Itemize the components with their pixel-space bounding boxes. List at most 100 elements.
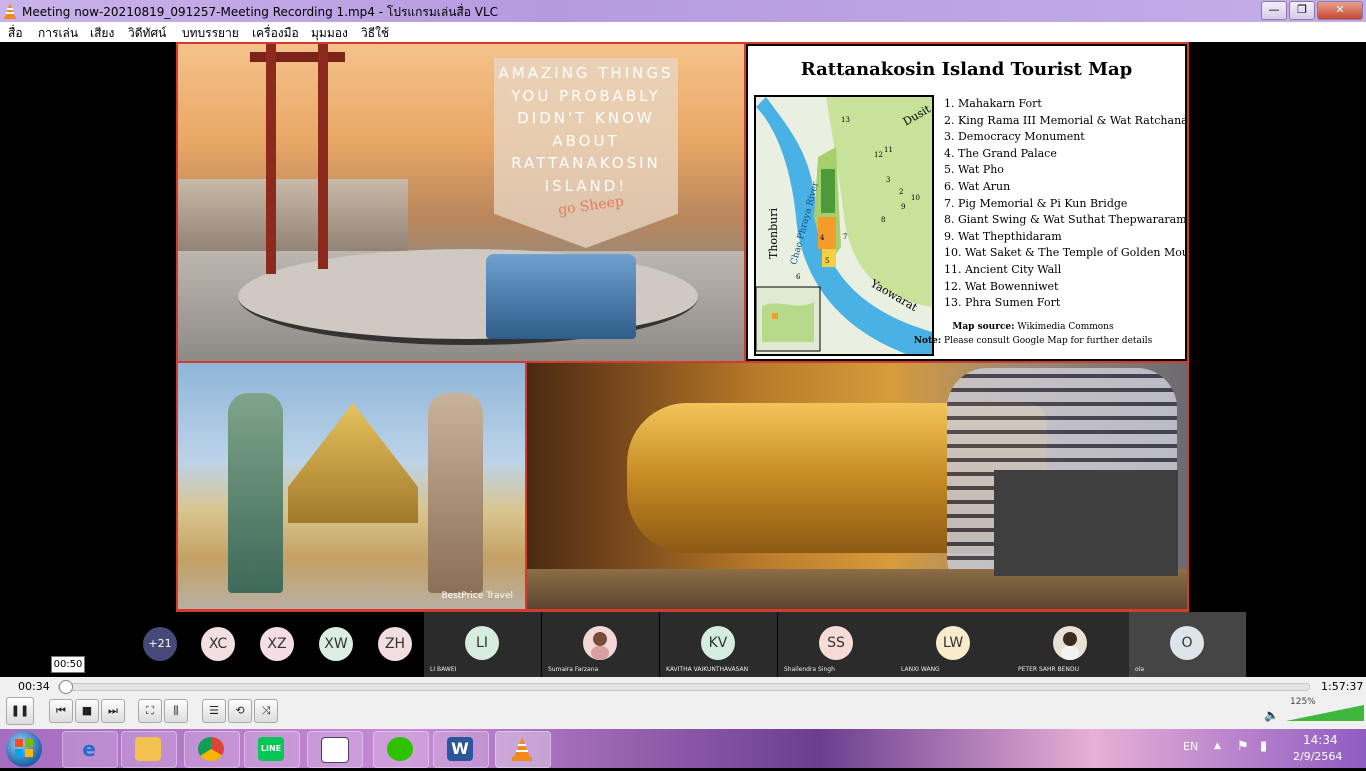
legend-item: 7. Pig Memorial & Pi Kun Bridge — [944, 196, 1128, 210]
menu-subtitle[interactable]: บทบรรยาย — [182, 24, 239, 43]
legend-item: 5. Wat Pho — [944, 163, 1004, 177]
taskbar-chrome[interactable] — [184, 731, 240, 768]
taskbar-wechat[interactable] — [373, 731, 429, 768]
video-overlay-box — [994, 470, 1178, 576]
svg-text:12: 12 — [874, 151, 883, 159]
giant-guardian-shape — [428, 393, 483, 593]
fullscreen-icon: ⛶ — [146, 704, 154, 717]
swing-beam — [250, 52, 345, 62]
participant-avatar[interactable]: XZ — [260, 627, 294, 661]
svg-text:6: 6 — [796, 273, 801, 281]
participant-tile[interactable]: SS Shailendra Singh — [778, 612, 895, 677]
taskbar-ie[interactable]: e — [62, 731, 118, 768]
legend-item: 6. Wat Arun — [944, 179, 1011, 193]
taskbar-line[interactable]: LINE — [244, 731, 300, 768]
equalizer-icon: ⫼ — [173, 704, 179, 717]
building-shape — [178, 179, 408, 259]
seek-handle[interactable] — [59, 680, 73, 694]
menu-help[interactable]: วิธีใช้ — [361, 24, 389, 43]
stop-button[interactable]: ■ — [75, 699, 99, 723]
participant-tile[interactable]: O ola — [1129, 612, 1246, 677]
playlist-button[interactable]: ☰ — [202, 699, 226, 723]
more-participants-button[interactable]: +21 — [143, 627, 177, 661]
legend-item: 1. Mahakarn Fort — [944, 97, 1042, 110]
taskbar-explorer[interactable] — [121, 731, 177, 768]
notepad-icon — [321, 737, 349, 763]
taskbar-notepad[interactable] — [307, 731, 363, 768]
word-icon: W — [447, 737, 473, 761]
pause-button[interactable]: ❚❚ — [6, 697, 34, 725]
temple-roof-shape — [288, 403, 418, 523]
legend-item: 9. Wat Thepthidaram — [944, 229, 1062, 243]
shuffle-icon: ⤨ — [261, 704, 271, 717]
loop-button[interactable]: ⟲ — [228, 699, 252, 723]
shuffle-button[interactable]: ⤨ — [254, 699, 278, 723]
banner-text: AMAZING THINGS YOU PROBABLY DIDN'T KNOW … — [498, 64, 674, 195]
menu-video[interactable]: วิดีทัศน์ — [128, 24, 166, 43]
source-label: Map source: — [952, 322, 1015, 332]
taskbar-word[interactable]: W — [433, 731, 489, 768]
swing-pole — [318, 44, 328, 269]
participant-tile[interactable]: Sumaira Farzana — [542, 612, 659, 677]
next-button[interactable]: ⏭ — [101, 699, 125, 723]
participant-photo-avatar — [1053, 626, 1087, 660]
extended-settings-button[interactable]: ⫼ — [164, 699, 188, 723]
close-button[interactable]: ✕ — [1317, 1, 1363, 20]
seek-bar[interactable] — [58, 680, 1310, 694]
title-banner: AMAZING THINGS YOU PROBABLY DIDN'T KNOW … — [494, 58, 678, 248]
legend-item: 12. Wat Bowenniwet — [944, 279, 1059, 293]
fullscreen-button[interactable]: ⛶ — [138, 699, 162, 723]
participant-tile[interactable]: PETER SAHR BENDU — [1012, 612, 1129, 677]
giant-guardian-shape — [228, 393, 283, 593]
note-value: Please consult Google Map for further de… — [944, 336, 1153, 346]
participant-avatar[interactable]: ZH — [378, 627, 412, 661]
legend-item: 4. The Grand Palace — [944, 146, 1057, 160]
svg-text:2: 2 — [899, 188, 903, 196]
taskbar-vlc[interactable] — [495, 731, 551, 768]
participant-avatar: O — [1170, 626, 1204, 660]
legend-item: 10. Wat Saket & The Temple of Golden Mou… — [944, 246, 1187, 260]
start-button[interactable] — [6, 731, 42, 767]
menu-view[interactable]: มุมมอง — [311, 24, 348, 43]
stop-icon: ■ — [81, 704, 93, 717]
action-center-icon[interactable]: ⚑ — [1237, 739, 1249, 754]
playlist-icon: ☰ — [209, 704, 219, 717]
participant-avatar: LI — [465, 626, 499, 660]
clock-date[interactable]: 2/9/2564 — [1293, 750, 1342, 763]
source-value: Wikimedia Commons — [1017, 322, 1114, 332]
menu-media[interactable]: สื่อ — [8, 24, 23, 43]
maximize-button[interactable]: ❐ — [1289, 1, 1315, 20]
menu-playback[interactable]: การเล่น — [38, 24, 78, 43]
elapsed-time: 00:34 — [18, 680, 50, 693]
network-icon[interactable]: ▮ — [1260, 739, 1267, 754]
participant-avatar[interactable]: XC — [201, 627, 235, 661]
total-time: 1:57:37 — [1321, 680, 1364, 693]
grand-palace-photo: BestPrice Travel — [178, 363, 525, 609]
language-indicator[interactable]: EN — [1183, 740, 1198, 753]
participant-avatar[interactable]: XW — [319, 627, 353, 661]
volume-percent: 125% — [1290, 697, 1316, 707]
participant-tile[interactable]: LI LI BAWEI — [424, 612, 541, 677]
vlc-icon — [509, 737, 535, 761]
map-source-note: Map source: Wikimedia Commons Note: Plea… — [898, 320, 1168, 348]
svg-text:10: 10 — [911, 194, 920, 202]
svg-text:5: 5 — [825, 257, 829, 265]
next-icon: ⏭ — [108, 704, 118, 717]
minimize-button[interactable]: — — [1261, 1, 1287, 20]
svg-text:4: 4 — [820, 234, 825, 242]
participant-avatar: LW — [936, 626, 970, 660]
note-label: Note: — [913, 336, 942, 346]
speaker-icon[interactable]: 🔈 — [1264, 708, 1279, 722]
participant-name: ola — [1135, 666, 1145, 673]
volume-slider[interactable]: 125% — [1286, 697, 1364, 721]
show-hidden-icons-icon[interactable]: ▲ — [1214, 741, 1221, 751]
map-title: Rattanakosin Island Tourist Map — [800, 59, 1133, 80]
participant-tile[interactable]: LW LANXI WANG — [895, 612, 1012, 677]
clock-time[interactable]: 14:34 — [1303, 733, 1338, 747]
participant-tile[interactable]: KV KAVITHA VAIKUNTHAVASAN — [660, 612, 777, 677]
participant-strip: +21 XC XZ XW ZH LI LI BAWEI Sumaira Farz… — [0, 612, 1366, 677]
tuk-tuk-shape — [486, 254, 636, 339]
menu-tools[interactable]: เครื่องมือ — [252, 24, 299, 43]
previous-button[interactable]: ⏮ — [49, 699, 73, 723]
menu-audio[interactable]: เสียง — [90, 24, 114, 43]
